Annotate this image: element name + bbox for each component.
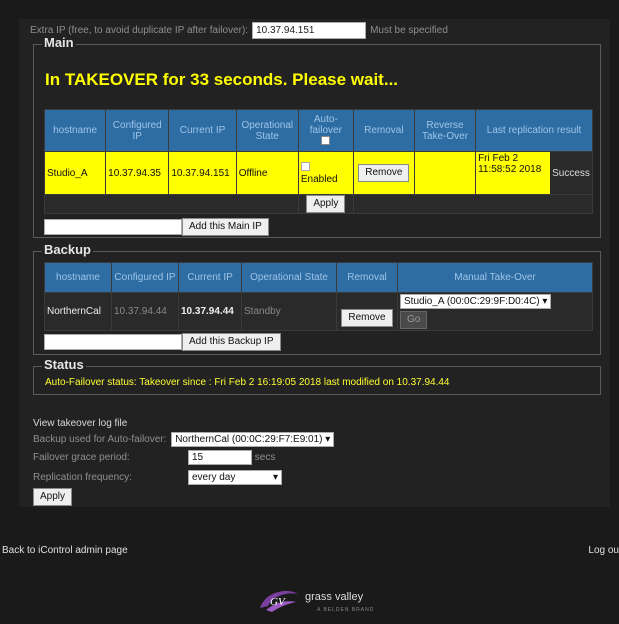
auto-failover-header-checkbox[interactable] <box>321 135 331 145</box>
add-backup-ip-button[interactable]: Add this Backup IP <box>182 333 281 351</box>
status-legend: Status <box>42 357 86 372</box>
brand-name: grass valley <box>305 591 364 603</box>
main-removal-cell: Remove <box>352 151 415 195</box>
backup-header-removal: Removal <box>336 262 398 293</box>
backup-header-hostname: hostname <box>44 262 112 293</box>
takeover-message: In TAKEOVER for 33 seconds. Please wait.… <box>45 70 399 89</box>
logout-link[interactable]: Log ou <box>588 545 619 556</box>
main-apply-row: Apply <box>44 194 594 214</box>
header-current-ip: Current IP <box>168 109 237 152</box>
main-add-row: Add this Main IP <box>44 218 269 236</box>
replication-frequency-select[interactable]: every day ▾ <box>188 470 282 485</box>
backup-legend: Backup <box>42 242 93 257</box>
grace-period-label: Failover grace period: <box>33 452 130 463</box>
main-table: hostname Configured IP Current IP Operat… <box>43 109 594 214</box>
auto-failover-checkbox[interactable] <box>300 161 310 171</box>
grace-period-input[interactable]: 15 <box>188 450 252 465</box>
chevron-down-icon: ▾ <box>272 472 278 483</box>
main-configured-ip: 10.37.94.35 <box>105 151 170 195</box>
extra-ip-note: Must be specified <box>370 25 448 37</box>
backup-header-manual-takeover: Manual Take-Over <box>397 262 593 293</box>
header-configured-ip: Configured IP <box>105 109 170 152</box>
backup-add-ip-input[interactable] <box>44 334 182 350</box>
main-hostname: Studio_A <box>43 151 107 195</box>
main-legend: Main <box>42 35 76 50</box>
main-state: Offline <box>235 151 299 195</box>
backup-data-row: NorthernCal 10.37.94.44 10.37.94.44 Stan… <box>44 292 593 331</box>
extra-ip-input[interactable] <box>252 22 367 39</box>
backup-header-operational-state: Operational State <box>241 262 337 293</box>
replication-frequency-row: Replication frequency: every day ▾ <box>33 470 282 485</box>
header-hostname: hostname <box>43 109 107 152</box>
grace-period-row: Failover grace period: 15 secs <box>33 450 275 465</box>
extra-ip-row: Extra IP (free, to avoid duplicate IP af… <box>30 22 448 39</box>
main-auto-failover-cell: Enabled <box>297 151 354 195</box>
add-main-ip-button[interactable]: Add this Main IP <box>182 218 269 236</box>
chevron-down-icon: ▾ <box>325 434 331 445</box>
grass-valley-logo-icon: GV <box>260 590 298 612</box>
svg-text:GV: GV <box>270 596 286 608</box>
brand-sub: A BELDEN BRAND <box>317 607 375 613</box>
backup-header-configured-ip: Configured IP <box>111 262 179 293</box>
backup-hostname: NorthernCal <box>44 292 112 331</box>
grace-period-unit: secs <box>254 452 276 463</box>
backup-table: hostname Configured IP Current IP Operat… <box>44 262 593 331</box>
backup-header-row: hostname Configured IP Current IP Operat… <box>44 262 593 293</box>
header-removal: Removal <box>352 109 415 152</box>
backup-auto-failover-row: Backup used for Auto-failover: NorthernC… <box>33 432 335 447</box>
main-reverse-cell <box>413 151 477 195</box>
main-remove-button[interactable]: Remove <box>358 164 410 182</box>
settings-apply-row: Apply <box>33 488 73 506</box>
backup-current-ip: 10.37.94.44 <box>178 292 242 331</box>
auto-failover-status: Auto-Failover status: Takeover since : F… <box>45 377 450 388</box>
main-data-row: Studio_A 10.37.94.35 10.37.94.151 Offlin… <box>43 151 593 195</box>
header-last-replication: Last replication result <box>475 109 593 152</box>
settings-apply-button[interactable]: Apply <box>33 488 73 506</box>
auto-failover-label: Enabled <box>300 173 338 185</box>
back-to-admin-link[interactable]: Back to iControl admin page <box>2 545 128 556</box>
main-replication-cell: Fri Feb 2 11:58:52 2018 Success <box>475 151 593 195</box>
backup-auto-failover-select[interactable]: NorthernCal (00:0C:29:F7:E9:01) ▾ <box>171 432 335 447</box>
header-auto-failover: Auto-failover <box>297 109 354 152</box>
main-header-row: hostname Configured IP Current IP Operat… <box>43 109 593 152</box>
header-operational-state: Operational State <box>235 109 299 152</box>
main-apply-button[interactable]: Apply <box>306 195 346 213</box>
header-reverse-takeover: Reverse Take-Over <box>413 109 477 152</box>
replication-status: Success <box>550 152 592 194</box>
backup-add-row: Add this Backup IP <box>44 333 281 351</box>
main-add-ip-input[interactable] <box>44 219 182 235</box>
backup-auto-failover-label: Backup used for Auto-failover: <box>33 434 167 445</box>
takeover-target-select[interactable]: Studio_A (00:0C:29:9F:D0:4C) ▾ <box>400 294 552 309</box>
backup-state: Standby <box>241 292 337 331</box>
backup-remove-button[interactable]: Remove <box>341 309 393 327</box>
backup-takeover-cell: Studio_A (00:0C:29:9F:D0:4C) ▾ Go <box>397 292 593 331</box>
chevron-down-icon: ▾ <box>542 296 548 307</box>
view-log-link[interactable]: View takeover log file <box>33 418 127 429</box>
replication-frequency-label: Replication frequency: <box>33 472 132 483</box>
backup-removal-cell: Remove <box>336 292 398 331</box>
go-button[interactable]: Go <box>400 311 428 329</box>
main-apply-cell: Apply <box>297 194 354 214</box>
backup-configured-ip: 10.37.94.44 <box>111 292 179 331</box>
backup-header-current-ip: Current IP <box>178 262 242 293</box>
replication-time: Fri Feb 2 11:58:52 2018 <box>476 152 551 194</box>
main-current-ip: 10.37.94.151 <box>168 151 237 195</box>
